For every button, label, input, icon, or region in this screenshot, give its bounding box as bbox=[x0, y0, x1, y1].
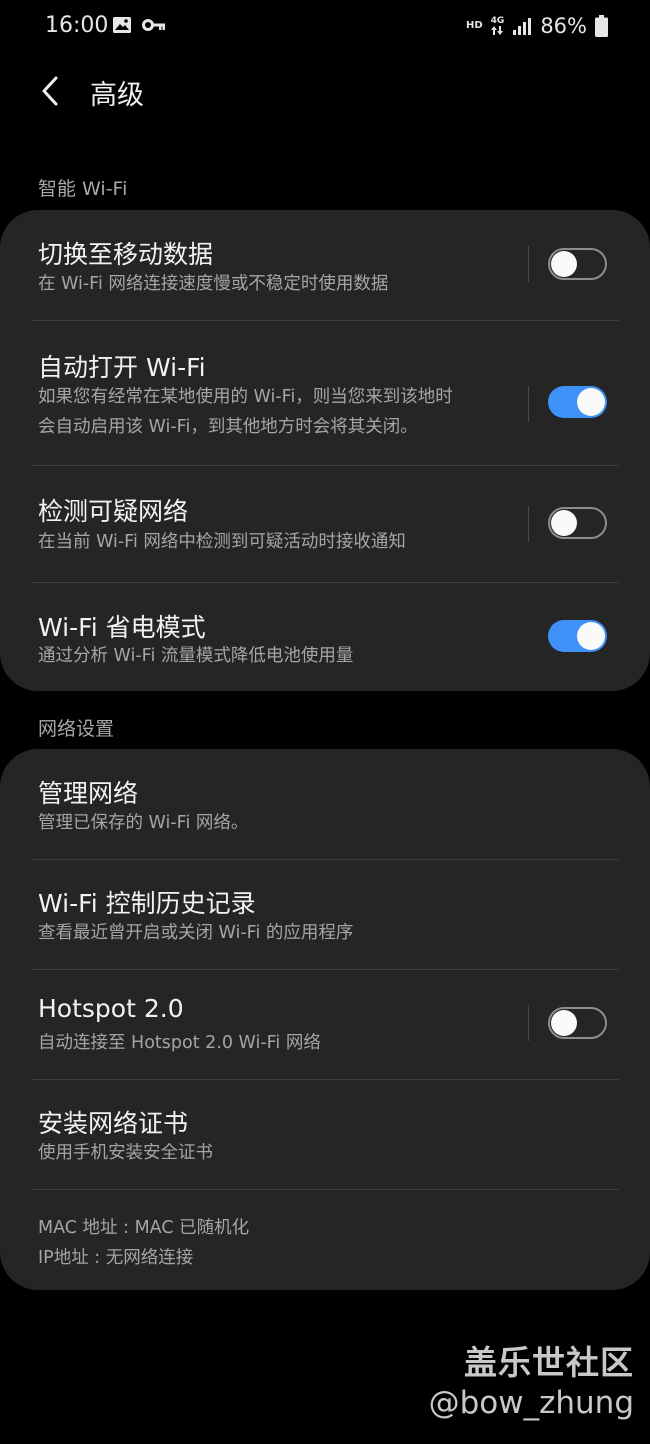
status-left-icons bbox=[112, 16, 166, 34]
vertical-separator bbox=[528, 246, 529, 282]
toggle-wifi-power-saving[interactable] bbox=[548, 620, 607, 652]
data-arrows-icon bbox=[491, 26, 504, 35]
battery-icon bbox=[595, 15, 608, 37]
toggle-knob bbox=[577, 388, 605, 416]
watermark-handle: @bow_zhung bbox=[428, 1385, 634, 1421]
row-subtitle: 自动连接至 Hotspot 2.0 Wi-Fi 网络 bbox=[38, 1033, 321, 1053]
status-right: HD 4G 86% bbox=[466, 14, 608, 38]
toggle-auto-wifi[interactable] bbox=[548, 386, 607, 418]
header: 高级 bbox=[0, 66, 650, 116]
network-indicator: 4G bbox=[491, 17, 504, 35]
toggle-detect-suspicious[interactable] bbox=[548, 507, 607, 539]
vertical-separator bbox=[528, 506, 529, 542]
back-arrow-icon[interactable] bbox=[36, 74, 66, 108]
row-subtitle: 查看最近曾开启或关闭 Wi-Fi 的应用程序 bbox=[38, 923, 354, 943]
toggle-knob bbox=[551, 251, 577, 277]
row-title: 安装网络证书 bbox=[38, 1109, 189, 1138]
row-title: 管理网络 bbox=[38, 779, 139, 808]
image-icon bbox=[113, 17, 131, 33]
row-title: 检测可疑网络 bbox=[38, 497, 189, 526]
page-title: 高级 bbox=[90, 80, 144, 111]
key-icon bbox=[142, 19, 165, 31]
row-title: 自动打开 Wi-Fi bbox=[38, 353, 206, 382]
row-detect-suspicious[interactable]: 检测可疑网络 在当前 Wi-Fi 网络中检测到可疑活动时接收通知 bbox=[0, 466, 650, 582]
status-bar: 16:00 HD 4G 86% bbox=[0, 0, 650, 56]
hd-indicator: HD bbox=[465, 20, 483, 31]
divider bbox=[31, 1189, 619, 1190]
toggle-knob bbox=[551, 1010, 577, 1036]
row-auto-wifi[interactable]: 自动打开 Wi-Fi 如果您有经常在某地使用的 Wi-Fi，则当您来到该地时 会… bbox=[0, 321, 650, 465]
watermark-community: 盖乐世社区 bbox=[464, 1343, 634, 1382]
toggle-knob bbox=[577, 622, 605, 650]
row-subtitle: 在 Wi-Fi 网络连接速度慢或不稳定时使用数据 bbox=[38, 274, 389, 294]
row-subtitle: 在当前 Wi-Fi 网络中检测到可疑活动时接收通知 bbox=[38, 532, 406, 552]
row-switch-to-mobile-data[interactable]: 切换至移动数据 在 Wi-Fi 网络连接速度慢或不稳定时使用数据 bbox=[0, 210, 650, 320]
ip-address-info: IP地址 : 无网络连接 bbox=[38, 1248, 194, 1268]
battery-percent: 86% bbox=[540, 14, 587, 38]
row-subtitle: 管理已保存的 Wi-Fi 网络。 bbox=[38, 813, 249, 833]
row-subtitle: 使用手机安装安全证书 bbox=[38, 1143, 213, 1163]
section-label-network-settings: 网络设置 bbox=[38, 718, 115, 740]
row-title: Wi-Fi 控制历史记录 bbox=[38, 889, 256, 918]
row-hotspot-2[interactable]: Hotspot 2.0 自动连接至 Hotspot 2.0 Wi-Fi 网络 bbox=[0, 970, 650, 1079]
toggle-knob bbox=[551, 510, 577, 536]
row-subtitle: 通过分析 Wi-Fi 流量模式降低电池使用量 bbox=[38, 646, 354, 666]
status-time: 16:00 bbox=[45, 13, 109, 38]
vertical-separator bbox=[528, 1005, 529, 1041]
smart-wifi-card: 切换至移动数据 在 Wi-Fi 网络连接速度慢或不稳定时使用数据 自动打开 Wi… bbox=[0, 210, 650, 691]
signal-icon bbox=[513, 18, 532, 35]
section-label-smart-wifi: 智能 Wi-Fi bbox=[38, 178, 128, 200]
row-subtitle-line2: 会自动启用该 Wi-Fi，到其他地方时会将其关闭。 bbox=[38, 417, 418, 437]
row-wifi-power-saving[interactable]: Wi-Fi 省电模式 通过分析 Wi-Fi 流量模式降低电池使用量 bbox=[0, 583, 650, 691]
vertical-separator bbox=[528, 386, 529, 422]
row-subtitle-line1: 如果您有经常在某地使用的 Wi-Fi，则当您来到该地时 bbox=[38, 387, 453, 407]
row-wifi-control-history[interactable]: Wi-Fi 控制历史记录 查看最近曾开启或关闭 Wi-Fi 的应用程序 bbox=[0, 860, 650, 969]
row-manage-networks[interactable]: 管理网络 管理已保存的 Wi-Fi 网络。 bbox=[0, 749, 650, 859]
mac-address-info: MAC 地址 : MAC 已随机化 bbox=[38, 1218, 250, 1238]
row-title: Wi-Fi 省电模式 bbox=[38, 613, 206, 642]
network-settings-card: 管理网络 管理已保存的 Wi-Fi 网络。 Wi-Fi 控制历史记录 查看最近曾… bbox=[0, 749, 650, 1290]
row-title: 切换至移动数据 bbox=[38, 240, 214, 269]
toggle-switch-to-mobile-data[interactable] bbox=[548, 248, 607, 280]
row-install-certificates[interactable]: 安装网络证书 使用手机安装安全证书 bbox=[0, 1080, 650, 1189]
toggle-hotspot-2[interactable] bbox=[548, 1007, 607, 1039]
row-title: Hotspot 2.0 bbox=[38, 994, 184, 1023]
